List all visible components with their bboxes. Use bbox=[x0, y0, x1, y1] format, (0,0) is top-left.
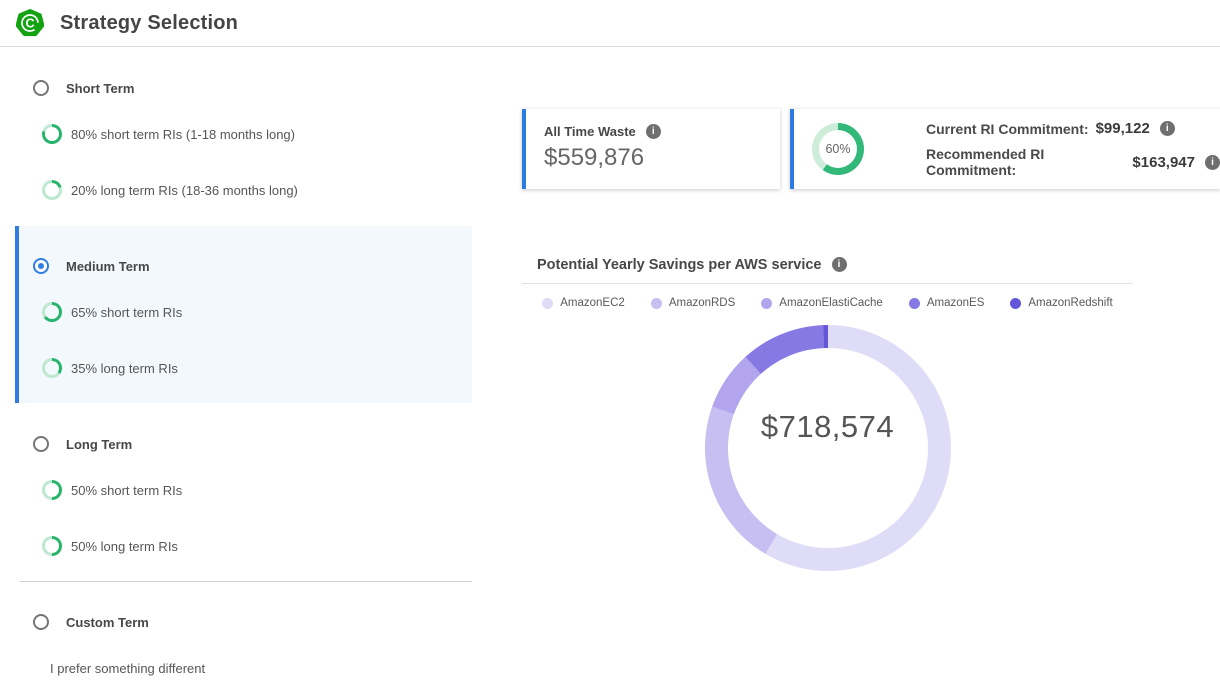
recommended-ri-commitment-label: Recommended RI Commitment: bbox=[926, 146, 1125, 178]
strategy-option-short-term[interactable]: Short Term 80% short term RIs (1-18 month… bbox=[0, 80, 472, 200]
allocation-item: 50% short term RIs bbox=[0, 480, 472, 500]
info-icon[interactable]: i bbox=[646, 124, 661, 139]
legend-dot-icon bbox=[651, 298, 662, 309]
allocation-label: 65% short term RIs bbox=[71, 305, 182, 320]
legend-item-amazonrds[interactable]: AmazonRDS bbox=[651, 297, 735, 309]
utilization-percentage: 60% bbox=[825, 142, 850, 156]
summary-cards-row: All Time Waste i $559,876 60% Current RI… bbox=[522, 109, 1220, 189]
current-ri-commitment-row: Current RI Commitment: $99,122 i bbox=[926, 120, 1220, 137]
info-icon[interactable]: i bbox=[1205, 155, 1220, 170]
info-icon[interactable]: i bbox=[832, 257, 847, 272]
all-time-waste-value: $559,876 bbox=[544, 144, 780, 172]
chart-title: Potential Yearly Savings per AWS service bbox=[537, 257, 822, 273]
allocation-item: 80% short term RIs (1-18 months long) bbox=[0, 124, 472, 144]
legend-dot-icon bbox=[1010, 298, 1021, 309]
allocation-label: 50% long term RIs bbox=[71, 539, 178, 554]
legend-label: AmazonEC2 bbox=[560, 297, 625, 309]
allocation-item: 20% long term RIs (18-36 months long) bbox=[0, 180, 472, 200]
legend-label: AmazonRDS bbox=[669, 297, 735, 309]
all-time-waste-card: All Time Waste i $559,876 bbox=[522, 109, 780, 189]
savings-donut-chart: $718,574 bbox=[705, 325, 951, 571]
allocation-label: 35% long term RIs bbox=[71, 361, 178, 376]
strategy-option-label: Medium Term bbox=[66, 259, 150, 274]
page-title: Strategy Selection bbox=[60, 12, 238, 35]
allocation-label: 50% short term RIs bbox=[71, 483, 182, 498]
donut-total-value: $718,574 bbox=[761, 409, 894, 445]
legend-item-amazonelasticache[interactable]: AmazonElastiCache bbox=[761, 297, 883, 309]
allocation-label: 80% short term RIs (1-18 months long) bbox=[71, 127, 295, 142]
recommended-ri-commitment-row: Recommended RI Commitment: $163,947 i bbox=[926, 146, 1220, 178]
main-panel: All Time Waste i $559,876 60% Current RI… bbox=[522, 47, 1220, 571]
legend-label: AmazonRedshift bbox=[1028, 297, 1112, 309]
legend-dot-icon bbox=[761, 298, 772, 309]
allocation-label: 20% long term RIs (18-36 months long) bbox=[71, 183, 298, 198]
savings-chart-card: Potential Yearly Savings per AWS service… bbox=[522, 255, 1133, 571]
legend-dot-icon bbox=[909, 298, 920, 309]
allocation-ring-icon bbox=[42, 358, 62, 378]
recommended-ri-commitment-value: $163,947 bbox=[1132, 154, 1195, 171]
chart-divider bbox=[522, 283, 1133, 284]
strategy-option-header[interactable]: Custom Term bbox=[0, 614, 472, 630]
legend-label: AmazonES bbox=[927, 297, 985, 309]
allocation-item: 35% long term RIs bbox=[19, 358, 472, 378]
allocation-ring-icon bbox=[42, 124, 62, 144]
radio-medium-term[interactable] bbox=[33, 258, 49, 274]
radio-short-term[interactable] bbox=[33, 80, 49, 96]
allocation-ring-icon bbox=[42, 302, 62, 322]
legend-item-amazonredshift[interactable]: AmazonRedshift bbox=[1010, 297, 1112, 309]
sidebar-divider bbox=[20, 581, 472, 582]
strategy-option-long-term[interactable]: Long Term 50% short term RIs 50% long term… bbox=[0, 436, 472, 556]
legend-label: AmazonElastiCache bbox=[779, 297, 883, 309]
radio-long-term[interactable] bbox=[33, 436, 49, 452]
current-ri-commitment-label: Current RI Commitment: bbox=[926, 121, 1089, 137]
strategy-option-label: Custom Term bbox=[66, 615, 149, 630]
app-header: C Strategy Selection bbox=[0, 0, 1220, 47]
strategy-option-custom-term[interactable]: Custom Term I prefer something different bbox=[0, 614, 472, 678]
allocation-ring-icon bbox=[42, 480, 62, 500]
cloudability-logo-icon: C bbox=[16, 9, 44, 37]
strategy-option-label: Long Term bbox=[66, 437, 132, 452]
radio-custom-term[interactable] bbox=[33, 614, 49, 630]
chart-legend: AmazonEC2 AmazonRDS AmazonElastiCache Amazo… bbox=[522, 297, 1133, 309]
ri-commitment-card: 60% Current RI Commitment: $99,122 i Rec… bbox=[790, 109, 1220, 189]
strategy-option-header[interactable]: Short Term bbox=[0, 80, 472, 96]
strategy-sidebar: Short Term 80% short term RIs (1-18 month… bbox=[0, 47, 472, 678]
strategy-option-header[interactable]: Medium Term bbox=[19, 258, 472, 274]
allocation-ring-icon bbox=[42, 180, 62, 200]
strategy-option-medium-term[interactable]: Medium Term 65% short term RIs 35% long te… bbox=[15, 226, 472, 403]
custom-term-note: I prefer something different bbox=[0, 658, 472, 678]
strategy-option-header[interactable]: Long Term bbox=[0, 436, 472, 452]
allocation-item: 50% long term RIs bbox=[0, 536, 472, 556]
svg-text:C: C bbox=[25, 17, 34, 31]
all-time-waste-label: All Time Waste bbox=[544, 124, 636, 139]
legend-item-amazones[interactable]: AmazonES bbox=[909, 297, 985, 309]
utilization-gauge: 60% bbox=[812, 123, 864, 175]
current-ri-commitment-value: $99,122 bbox=[1096, 120, 1150, 137]
strategy-option-label: Short Term bbox=[66, 81, 134, 96]
info-icon[interactable]: i bbox=[1160, 121, 1175, 136]
allocation-item: 65% short term RIs bbox=[19, 302, 472, 322]
allocation-ring-icon bbox=[42, 536, 62, 556]
legend-item-amazonec2[interactable]: AmazonEC2 bbox=[542, 297, 625, 309]
legend-dot-icon bbox=[542, 298, 553, 309]
